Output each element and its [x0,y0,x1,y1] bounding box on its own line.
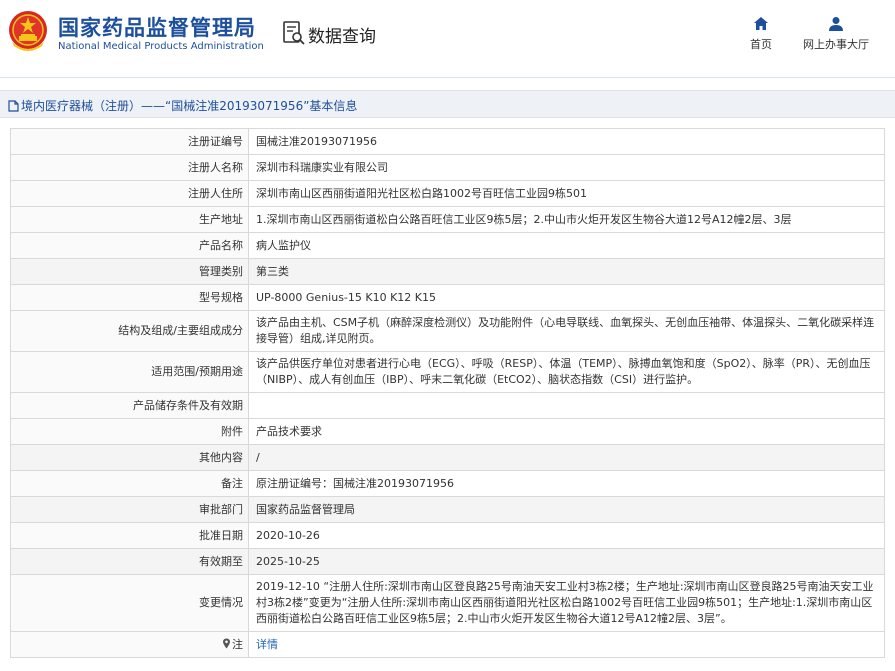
table-row: 注册证编号 国械注准20193071956 [10,128,885,155]
row-label: 产品名称 [10,232,249,259]
table-row: 适用范围/预期用途 该产品供医疗单位对患者进行心电（ECG）、呼吸（RESP）、… [10,351,885,393]
table-row: 审批部门 国家药品监督管理局 [10,496,885,523]
row-label: 变更情况 [10,574,249,632]
table-row: 注册人名称 深圳市科瑞康实业有限公司 [10,154,885,181]
table-row: 生产地址 1.深圳市南山区西丽街道松白公路百旺信工业区9栋5层；2.中山市火炬开… [10,206,885,233]
row-value: UP-8000 Genius-15 K10 K12 K15 [248,284,885,311]
row-value: 产品技术要求 [248,418,885,445]
row-value: 该产品由主机、CSM子机（麻醉深度检测仪）及功能附件（心电导联线、血氧探头、无创… [248,310,885,352]
row-value: 1.深圳市南山区西丽街道松白公路百旺信工业区9栋5层；2.中山市火炬开发区生物谷… [248,206,885,233]
row-label: 注册人住所 [10,180,249,207]
row-label: 注 [232,637,243,651]
table-row: 结构及组成/主要组成成分 该产品由主机、CSM子机（麻醉深度检测仪）及功能附件（… [10,310,885,352]
row-label: 注册证编号 [10,128,249,155]
row-label: 备注 [10,470,249,497]
row-value: 2025-10-25 [248,548,885,575]
row-label: 批准日期 [10,522,249,549]
table-row: 附件 产品技术要求 [10,418,885,445]
row-value: 原注册证编号：国械注准20193071956 [248,470,885,497]
breadcrumb-text: 境内医疗器械（注册）——“国械注准20193071956”基本信息 [21,99,358,113]
nav-online-office-label: 网上办事大厅 [803,38,869,51]
table-row: 其他内容 / [10,444,885,471]
table-row: 批准日期 2020-10-26 [10,522,885,549]
site-header: 国家药品监督管理局 National Medical Products Admi… [0,0,895,78]
table-row: 注册人住所 深圳市南山区西丽街道阳光社区松白路1002号百旺信工业园9栋501 [10,180,885,207]
table-row: 有效期至 2025-10-25 [10,548,885,575]
note-label-cell: 注 [10,631,249,658]
row-value: 该产品供医疗单位对患者进行心电（ECG）、呼吸（RESP）、体温（TEMP）、脉… [248,351,885,393]
table-row: 备注 原注册证编号：国械注准20193071956 [10,470,885,497]
row-label: 审批部门 [10,496,249,523]
row-value: 深圳市南山区西丽街道阳光社区松白路1002号百旺信工业园9栋501 [248,180,885,207]
pin-icon [223,638,230,648]
national-emblem-icon [9,11,47,51]
table-row: 注 详情 [10,631,885,658]
table-row: 型号规格 UP-8000 Genius-15 K10 K12 K15 [10,284,885,311]
row-label: 附件 [10,418,249,445]
nav-online-office-link[interactable]: 网上办事大厅 [791,16,881,52]
row-value: 第三类 [248,258,885,285]
table-row: 管理类别 第三类 [10,258,885,285]
site-title-en: National Medical Products Administration [58,41,264,52]
breadcrumb: 境内医疗器械（注册）——“国械注准20193071956”基本信息 [8,97,357,114]
table-row: 产品名称 病人监护仪 [10,232,885,259]
row-label: 注册人名称 [10,154,249,181]
row-value: 2020-10-26 [248,522,885,549]
row-value: 国械注准20193071956 [248,128,885,155]
site-title-cn: 国家药品监督管理局 [58,16,256,40]
row-label: 型号规格 [10,284,249,311]
page-heading: 数据查询 [308,27,376,47]
row-value: 国家药品监督管理局 [248,496,885,523]
row-value: 详情 [248,631,885,658]
row-value: 深圳市科瑞康实业有限公司 [248,154,885,181]
row-label: 管理类别 [10,258,249,285]
table-row: 变更情况 2019-12-10 “注册人住所:深圳市南山区登良路25号南油天安工… [10,574,885,632]
breadcrumb-bar: 境内医疗器械（注册）——“国械注准20193071956”基本信息 [0,90,895,118]
home-icon [754,17,768,30]
row-label: 产品储存条件及有效期 [10,392,249,419]
row-value: 2019-12-10 “注册人住所:深圳市南山区登良路25号南油天安工业村3栋2… [248,574,885,632]
row-value: / [248,444,885,471]
row-label: 其他内容 [10,444,249,471]
document-icon [8,100,19,112]
row-label: 结构及组成/主要组成成分 [10,310,249,352]
row-label: 适用范围/预期用途 [10,351,249,393]
details-link[interactable]: 详情 [256,638,278,651]
search-document-icon [283,21,305,45]
row-label: 有效期至 [10,548,249,575]
row-value: 病人监护仪 [248,232,885,259]
registration-detail-table: 注册证编号 国械注准20193071956 注册人名称 深圳市科瑞康实业有限公司… [10,128,885,658]
row-label: 生产地址 [10,206,249,233]
row-value [248,392,885,419]
table-row: 产品储存条件及有效期 [10,392,885,419]
user-icon [829,17,843,31]
